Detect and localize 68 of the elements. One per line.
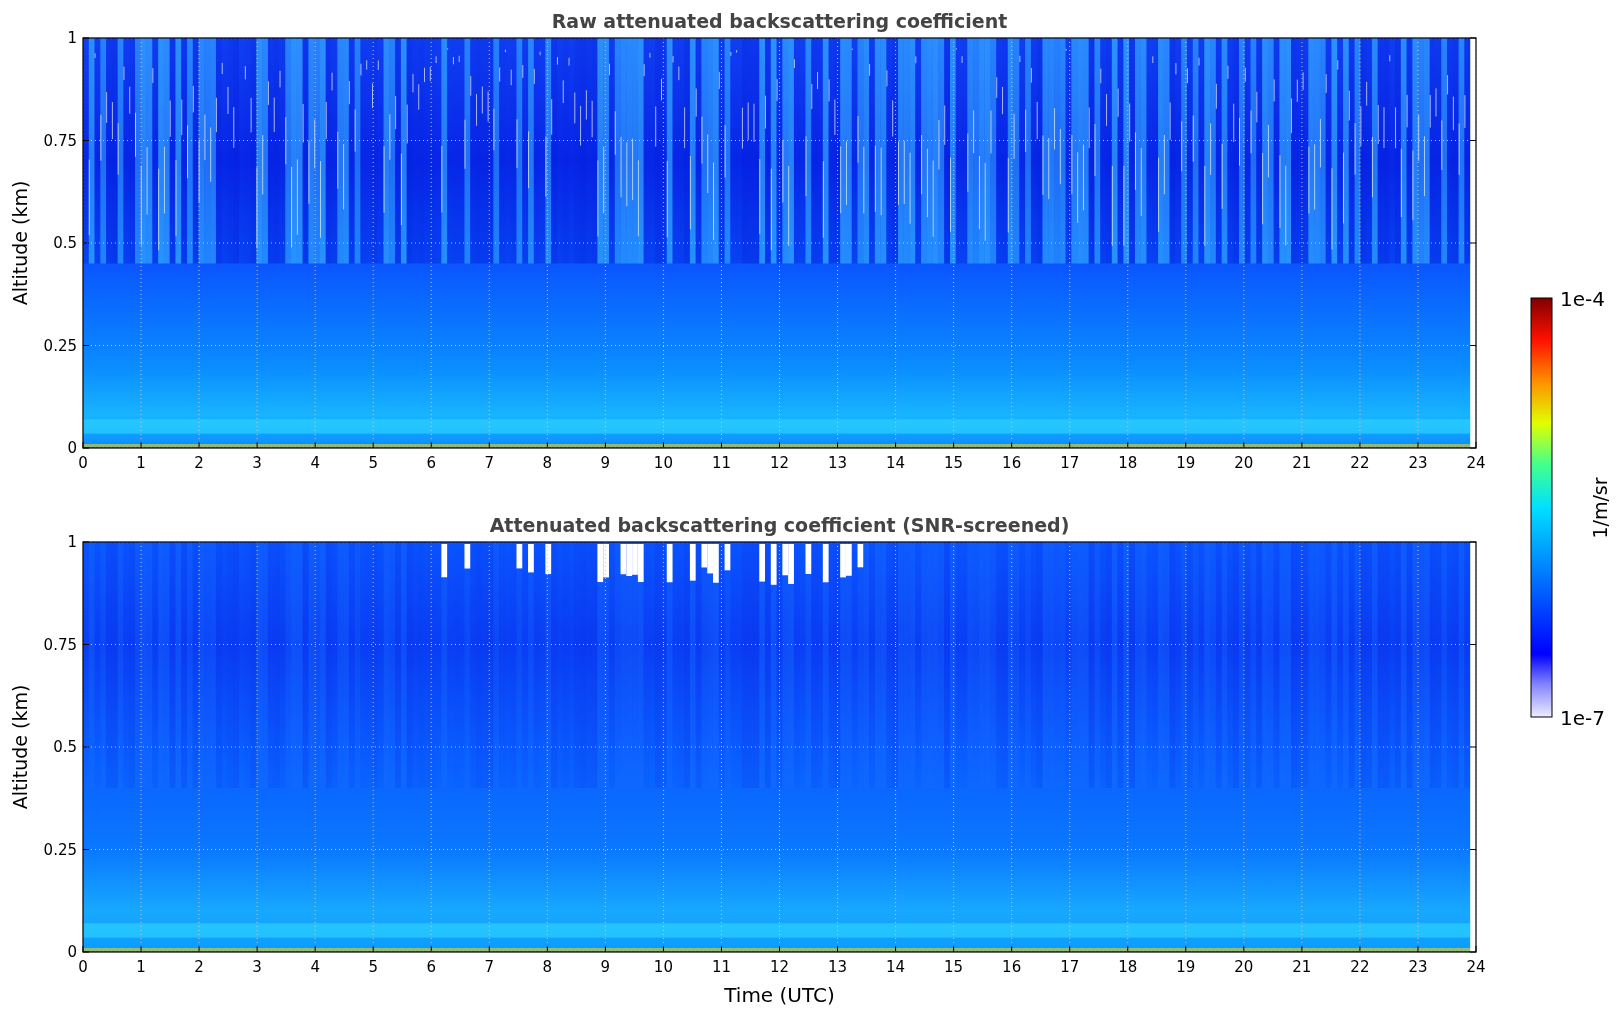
x-tick-label: 18 (1118, 454, 1138, 472)
chart-title: Attenuated backscattering coefficient (SNR-screened) (489, 514, 1070, 536)
x-tick-label: 1 (136, 454, 146, 472)
x-tick-label: 4 (310, 958, 320, 976)
x-tick-label: 8 (542, 454, 553, 472)
colorbar-min-label: 1e-7 (1560, 706, 1605, 730)
x-tick-label: 10 (653, 958, 673, 976)
y-tick-label: 0.25 (43, 336, 77, 355)
y-tick-label: 0.75 (43, 131, 77, 150)
x-tick-label: 2 (194, 958, 204, 976)
chart-title: Raw attenuated backscattering coefficient (551, 10, 1008, 32)
x-tick-label: 13 (828, 454, 848, 472)
x-tick-label: 3 (252, 958, 262, 976)
x-tick-label: 21 (1292, 958, 1312, 976)
x-tick-label: 4 (310, 454, 320, 472)
x-tick-label: 6 (426, 958, 436, 976)
x-tick-label: 5 (368, 454, 378, 472)
x-tick-label: 17 (1060, 454, 1080, 472)
x-tick-label: 9 (600, 454, 611, 472)
y-tick-label: 0.25 (43, 840, 77, 859)
x-tick-label: 20 (1234, 958, 1254, 976)
x-tick-label: 0 (78, 958, 88, 976)
x-tick-label: 13 (828, 958, 848, 976)
x-tick-label: 12 (769, 454, 790, 472)
x-tick-label: 24 (1466, 454, 1486, 472)
x-tick-label: 23 (1408, 454, 1428, 472)
colorbar-max-label: 1e-4 (1560, 287, 1605, 311)
x-tick-label: 10 (653, 454, 673, 472)
x-tick-label: 7 (484, 958, 495, 976)
x-tick-label: 2 (194, 454, 204, 472)
x-tick-label: 14 (886, 454, 906, 472)
x-tick-label: 15 (944, 958, 964, 976)
x-tick-label: 8 (542, 958, 553, 976)
x-tick-label: 11 (711, 454, 731, 472)
y-tick-label: 0 (67, 439, 77, 457)
x-tick-label: 19 (1176, 958, 1196, 976)
x-tick-label: 24 (1466, 958, 1486, 976)
x-tick-label: 0 (78, 454, 88, 472)
x-tick-label: 5 (368, 958, 378, 976)
x-tick-label: 9 (600, 958, 611, 976)
y-tick-label: 1 (67, 533, 77, 551)
x-tick-label: 14 (886, 958, 906, 976)
x-tick-label: 11 (711, 958, 731, 976)
y-axis-label: Altitude (km) (9, 180, 31, 306)
x-tick-label: 23 (1408, 958, 1428, 976)
x-axis-label: Time (UTC) (724, 983, 835, 1007)
x-tick-label: 20 (1234, 454, 1254, 472)
x-tick-label: 18 (1118, 958, 1138, 976)
y-tick-label: 1 (67, 29, 77, 47)
x-tick-label: 22 (1350, 454, 1370, 472)
colorbar-label: 1/m/sr (1589, 477, 1611, 539)
x-tick-label: 17 (1060, 958, 1080, 976)
x-tick-label: 16 (1002, 454, 1022, 472)
x-tick-label: 16 (1002, 958, 1022, 976)
x-tick-label: 3 (252, 454, 262, 472)
x-tick-label: 22 (1350, 958, 1370, 976)
x-tick-label: 1 (136, 958, 146, 976)
x-tick-label: 15 (944, 454, 964, 472)
x-tick-label: 21 (1292, 454, 1312, 472)
x-tick-label: 6 (426, 454, 436, 472)
x-tick-label: 7 (484, 454, 495, 472)
y-tick-label: 0 (67, 943, 77, 961)
x-tick-label: 12 (769, 958, 790, 976)
y-tick-label: 0.5 (53, 234, 77, 252)
y-tick-label: 0.75 (43, 635, 77, 654)
y-tick-label: 0.5 (53, 738, 77, 756)
x-tick-label: 19 (1176, 454, 1196, 472)
y-axis-label: Altitude (km) (9, 684, 31, 810)
